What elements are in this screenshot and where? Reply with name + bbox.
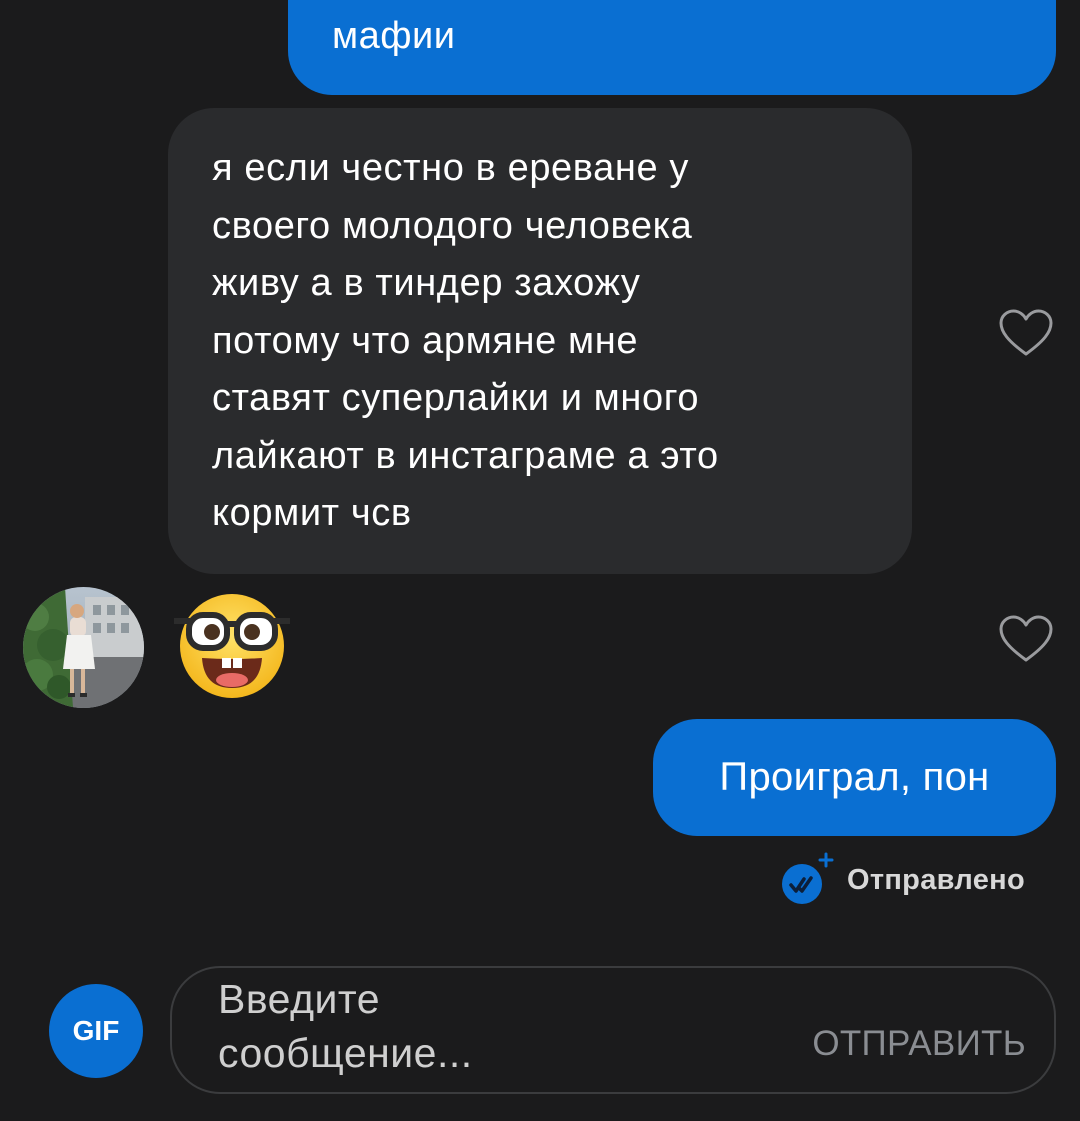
gif-label: GIF	[72, 1015, 120, 1046]
message-input[interactable]: Введите сообщение... ОТПРАВИТЬ	[170, 966, 1056, 1094]
message-status: Отправлено	[780, 850, 1060, 910]
outgoing-message-bubble[interactable]: мафии	[288, 0, 1056, 95]
avatar-photo	[23, 587, 144, 708]
heart-icon[interactable]	[998, 308, 1054, 358]
gif-button[interactable]: GIF	[49, 984, 143, 1078]
send-button[interactable]: ОТПРАВИТЬ	[812, 1024, 1026, 1064]
message-line: своего молодого человека	[212, 204, 693, 247]
message-input-placeholder: Введите сообщение...	[218, 976, 473, 1076]
message-line: живу а в тиндер захожу	[212, 262, 641, 304]
message-text: мафии	[332, 15, 456, 57]
avatar[interactable]	[23, 587, 144, 708]
double-check-icon	[782, 852, 834, 904]
nerd-face-emoji[interactable]	[172, 588, 292, 698]
message-line: кормит чсв	[212, 492, 412, 534]
chat-screen: мафии я если честно в ереване у своего м…	[0, 0, 1080, 1121]
incoming-message-bubble[interactable]: я если честно в ереване у своего молодог…	[168, 108, 912, 574]
message-line: потому что армяне мне	[212, 319, 639, 362]
message-text: Проиграл, пон	[719, 755, 990, 799]
heart-icon[interactable]	[998, 614, 1054, 664]
outgoing-message-bubble[interactable]: Проиграл, пон	[653, 719, 1056, 836]
message-line: ставят суперлайки и много	[212, 377, 700, 419]
message-line: лайкают в инстаграме а это	[212, 434, 719, 477]
message-line: я если честно в ереване у	[212, 147, 689, 189]
status-text: Отправлено	[847, 864, 1025, 896]
